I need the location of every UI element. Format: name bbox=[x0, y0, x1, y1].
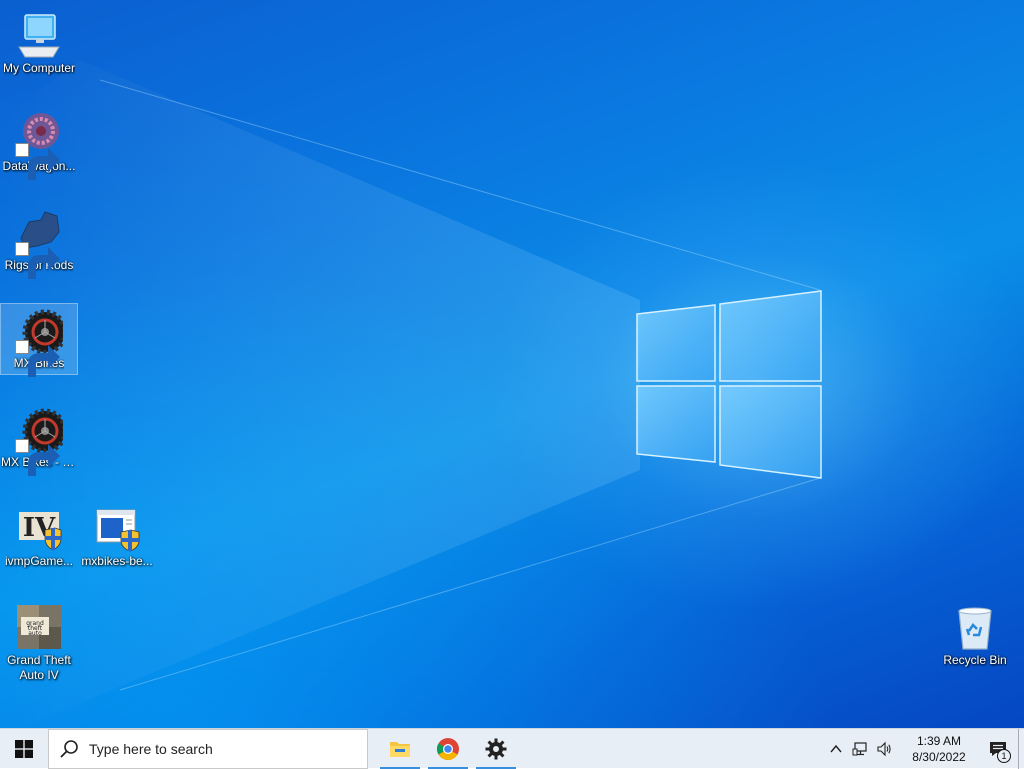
svg-text:auto: auto bbox=[28, 630, 42, 637]
show-hidden-icons-button[interactable] bbox=[824, 729, 848, 769]
show-desktop-button[interactable] bbox=[1018, 728, 1024, 769]
speaker-icon bbox=[877, 741, 891, 756]
desktop-icon-recycle-bin[interactable]: Recycle Bin bbox=[936, 600, 1014, 672]
dirt-bike-wheel-icon bbox=[15, 306, 63, 377]
desktop-icon-label: Recycle Bin bbox=[943, 653, 1007, 667]
desktop-icon-mxbikes-be[interactable]: mxbikes-be... bbox=[78, 501, 156, 573]
action-center-button[interactable]: 1 bbox=[978, 729, 1018, 769]
desktop-icon-label: mxbikes-be... bbox=[81, 554, 153, 568]
clock-time: 1:39 AM bbox=[916, 733, 962, 748]
search-icon bbox=[60, 739, 78, 758]
folder-icon bbox=[390, 741, 410, 757]
gear-icon bbox=[485, 738, 507, 759]
shortcut-arrow-icon bbox=[15, 143, 60, 180]
desktop-icon-mx-bikes-vr[interactable]: MX Bikes - VR bbox=[0, 402, 78, 476]
windows-logo-icon bbox=[15, 739, 33, 758]
taskbar-search-box[interactable] bbox=[48, 728, 368, 769]
volume-button[interactable] bbox=[872, 729, 896, 769]
desktop-icon-label: My Computer bbox=[2, 61, 76, 75]
chevron-up-icon bbox=[830, 744, 842, 752]
network-icon bbox=[852, 741, 867, 755]
wallpaper bbox=[0, 60, 822, 728]
start-button[interactable] bbox=[0, 729, 48, 769]
rigs-of-rods-app-icon bbox=[15, 208, 63, 279]
datawagon-app-icon bbox=[15, 109, 63, 180]
desktop-icon-ivmpgame[interactable]: IV ivmpGame... bbox=[0, 501, 78, 573]
desktop-icon-datawagon[interactable]: DataWagon... bbox=[0, 106, 78, 180]
clock-date: 8/30/2022 bbox=[912, 749, 966, 764]
taskbar-app-chrome[interactable] bbox=[424, 729, 472, 769]
desktop-icon-label: ivmpGame... bbox=[4, 554, 73, 568]
desktop-icon-gta-iv[interactable]: grand theft auto Grand Theft Auto IV bbox=[0, 600, 78, 684]
taskbar: 1:39 AM 8/30/2022 1 bbox=[0, 728, 1024, 769]
gta-iv-logo-icon: IV bbox=[15, 504, 63, 552]
shortcut-arrow-icon bbox=[15, 439, 60, 476]
desktop-icon-mx-bikes[interactable]: MX Bikes bbox=[0, 303, 78, 377]
shortcut-arrow-icon bbox=[15, 242, 60, 279]
desktop-icon-my-computer[interactable]: My Computer bbox=[0, 8, 78, 80]
dirt-bike-wheel-icon bbox=[15, 405, 63, 476]
system-tray: 1:39 AM 8/30/2022 1 bbox=[824, 728, 1024, 769]
shortcut-arrow-icon bbox=[15, 340, 60, 377]
installer-window-icon bbox=[93, 504, 141, 552]
taskbar-app-file-explorer[interactable] bbox=[376, 729, 424, 769]
network-button[interactable] bbox=[848, 729, 872, 769]
desktop-icon-rigs-of-rods[interactable]: Rigs of Rods bbox=[0, 205, 78, 279]
chrome-icon bbox=[437, 737, 459, 760]
monitor-icon bbox=[15, 11, 63, 59]
search-input[interactable] bbox=[89, 740, 349, 757]
taskbar-clock[interactable]: 1:39 AM 8/30/2022 bbox=[900, 733, 978, 765]
notification-count-badge: 1 bbox=[997, 748, 1011, 763]
recycle-bin-icon bbox=[951, 603, 999, 651]
taskbar-app-settings[interactable] bbox=[472, 729, 520, 769]
windows-logo-glass bbox=[636, 290, 822, 479]
desktop-icon-label: Grand Theft Auto IV bbox=[7, 653, 71, 682]
gta-iv-cover-icon: grand theft auto bbox=[15, 603, 63, 651]
desktop[interactable]: My Computer DataWagon... Rigs of Rods MX… bbox=[0, 0, 1024, 728]
